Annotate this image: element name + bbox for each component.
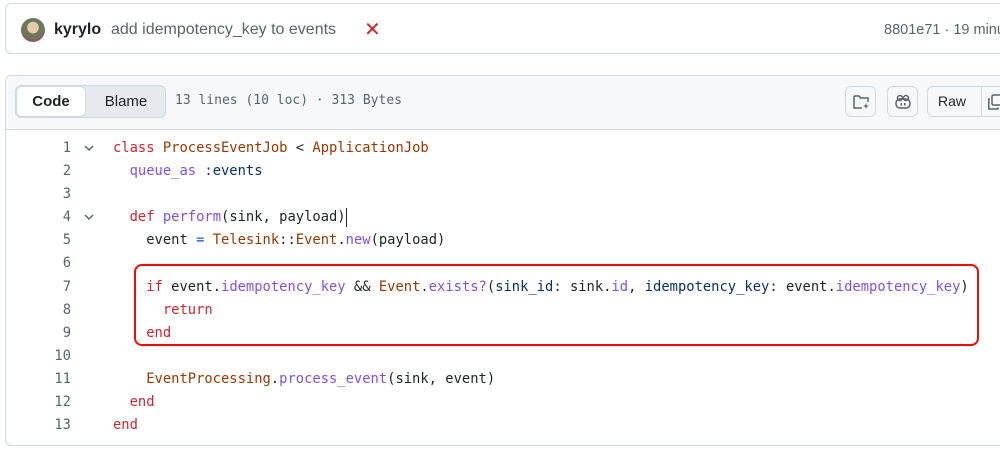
- line-number[interactable]: 8: [6, 299, 71, 322]
- file-header: Code Blame 13 lines (10 loc) · 313 Bytes…: [6, 76, 1000, 130]
- line-number[interactable]: 7: [6, 276, 71, 299]
- line-code: end: [113, 414, 138, 437]
- view-toggle: Code Blame: [15, 85, 166, 118]
- code-token: <: [287, 140, 313, 156]
- line-code: event = Telesink::Event.new(payload): [113, 229, 445, 252]
- code-token: (sink, payload): [221, 209, 346, 226]
- code-token: perform: [162, 209, 222, 226]
- line-number[interactable]: 10: [6, 345, 71, 368]
- code-token: ProcessEventJob: [162, 140, 288, 156]
- copilot-button[interactable]: [887, 86, 918, 117]
- code-line: 10: [6, 345, 1000, 368]
- line-number[interactable]: 12: [6, 391, 71, 414]
- code-token: .: [270, 370, 280, 387]
- code-token: queue_as: [129, 163, 197, 180]
- highlight-annotation-box: [134, 264, 979, 346]
- line-code: def perform(sink, payload): [113, 206, 348, 229]
- code-line: 1 class ProcessEventJob < ApplicationJob: [6, 137, 1000, 160]
- code-line: 11 EventProcessing.process_event(sink, e…: [6, 368, 1000, 391]
- commit-sha-time[interactable]: 8801e71 · 19 minu: [884, 22, 1000, 38]
- code-token: process_event: [279, 370, 388, 387]
- avatar[interactable]: [21, 18, 45, 42]
- code-token: Event: [295, 232, 338, 249]
- line-code: end: [113, 391, 155, 414]
- code-line: 3: [6, 183, 1000, 206]
- check-failed-icon[interactable]: ✕: [364, 17, 381, 42]
- line-number[interactable]: 1: [6, 137, 71, 160]
- code-line: 4 def perform(sink, payload): [6, 206, 1000, 229]
- code-token: class: [113, 140, 155, 156]
- file-viewer: Code Blame 13 lines (10 loc) · 313 Bytes…: [5, 75, 1000, 446]
- code-line: 12 end: [6, 391, 1000, 414]
- text-cursor: [345, 207, 348, 227]
- folder-sparkle-icon: [852, 94, 869, 109]
- line-number[interactable]: 2: [6, 160, 71, 183]
- line-code: class ProcessEventJob < ApplicationJob: [113, 137, 429, 160]
- copy-icon: [988, 93, 1000, 110]
- copy-button[interactable]: [981, 86, 1000, 117]
- line-code: queue_as :events: [113, 160, 263, 183]
- file-meta: 13 lines (10 loc) · 313 Bytes: [175, 93, 402, 108]
- code-token: new: [345, 232, 371, 249]
- code-token: end: [129, 394, 155, 411]
- line-number[interactable]: 5: [6, 229, 71, 252]
- code-token: .: [337, 232, 346, 249]
- folder-sparkle-button[interactable]: [845, 86, 876, 117]
- code-token: (sink, event): [387, 370, 496, 387]
- code-token: (payload): [370, 232, 446, 249]
- copilot-icon: [894, 94, 911, 109]
- code-token: event: [113, 232, 197, 249]
- line-code: EventProcessing.process_event(sink, even…: [113, 368, 495, 391]
- code-token: ApplicationJob: [312, 140, 429, 156]
- tab-code[interactable]: Code: [16, 86, 86, 117]
- commit-author[interactable]: kyrylo: [54, 21, 101, 39]
- line-number[interactable]: 6: [6, 252, 71, 275]
- code-token: Telesink: [212, 232, 280, 249]
- line-number[interactable]: 13: [6, 414, 71, 437]
- line-number[interactable]: 9: [6, 322, 71, 345]
- line-number[interactable]: 4: [6, 206, 71, 229]
- code-line: 5 event = Telesink::Event.new(payload): [6, 229, 1000, 252]
- code-line: 13 end: [6, 414, 1000, 437]
- commit-message[interactable]: add idempotency_key to events: [111, 21, 336, 39]
- code-token: ::: [279, 232, 296, 249]
- line-number[interactable]: 11: [6, 368, 71, 391]
- line-number[interactable]: 3: [6, 183, 71, 206]
- code-token: end: [113, 417, 138, 434]
- latest-commit-bar: kyrylo add idempotency_key to events ✕ 8…: [5, 3, 1000, 54]
- code-line: 2 queue_as :events: [6, 160, 1000, 183]
- code-token: EventProcessing: [146, 370, 271, 387]
- raw-button[interactable]: Raw: [927, 86, 987, 117]
- code-token: def: [129, 209, 155, 226]
- code-token: :events: [204, 163, 263, 180]
- tab-blame[interactable]: Blame: [86, 86, 166, 117]
